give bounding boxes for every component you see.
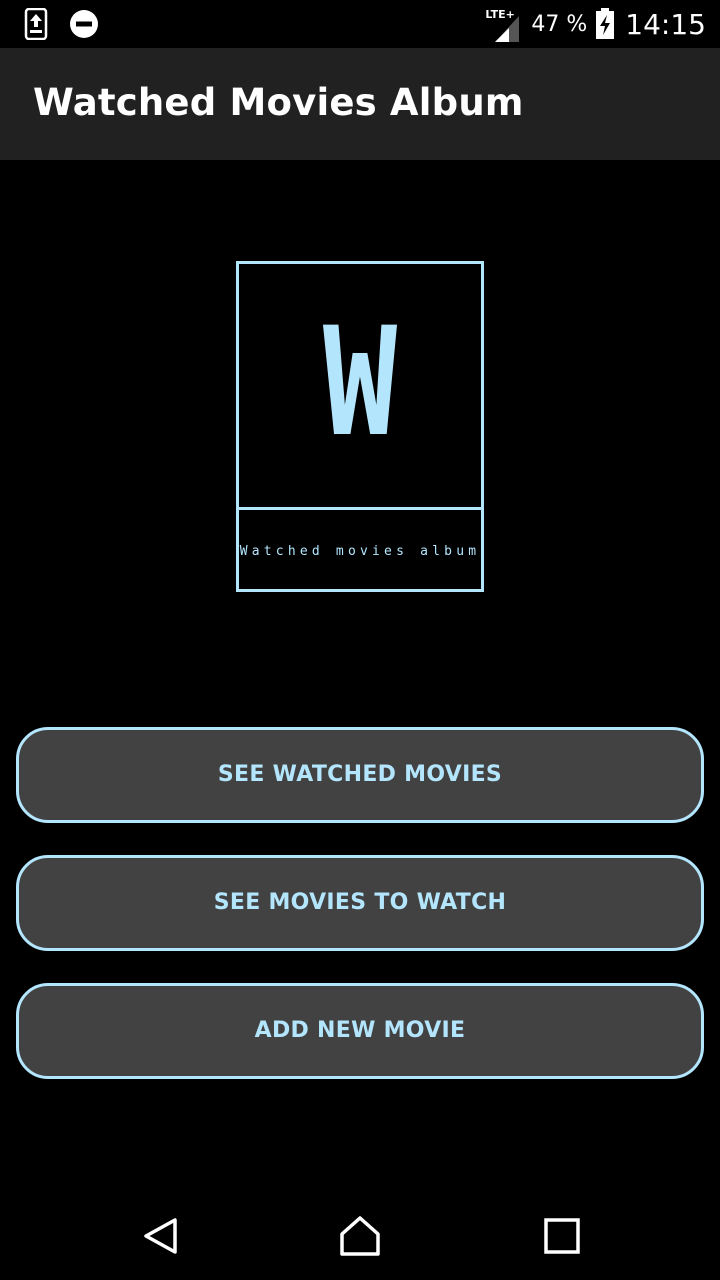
app-logo: W Watched movies album (236, 261, 484, 592)
logo-letter: W (322, 296, 398, 470)
app-title: Watched Movies Album (33, 81, 524, 124)
status-bar: LTE+ 47 % 14:15 (0, 0, 720, 48)
status-right-group: LTE+ 47 % 14:15 (485, 0, 706, 48)
see-watched-movies-button[interactable]: SEE WATCHED MOVIES (16, 727, 704, 823)
battery-percent: 47 % (531, 11, 588, 37)
see-movies-to-watch-button[interactable]: SEE MOVIES TO WATCH (16, 855, 704, 951)
app-bar: Watched Movies Album (0, 48, 720, 160)
home-icon[interactable] (338, 1214, 382, 1258)
add-new-movie-button[interactable]: ADD NEW MOVIE (16, 983, 704, 1079)
upload-notification-icon (24, 7, 48, 44)
logo-caption: Watched movies album (239, 544, 481, 559)
recents-icon[interactable] (540, 1214, 584, 1258)
logo-letter-area: W (239, 264, 481, 510)
screen: LTE+ 47 % 14:15 Watched Movies Album W W… (0, 0, 720, 1280)
signal-icon: LTE+ (485, 4, 523, 44)
navigation-bar (0, 1192, 720, 1280)
do-not-disturb-icon (68, 8, 100, 44)
battery-charging-icon (595, 8, 615, 40)
clock: 14:15 (625, 7, 706, 41)
back-icon[interactable] (138, 1214, 182, 1258)
